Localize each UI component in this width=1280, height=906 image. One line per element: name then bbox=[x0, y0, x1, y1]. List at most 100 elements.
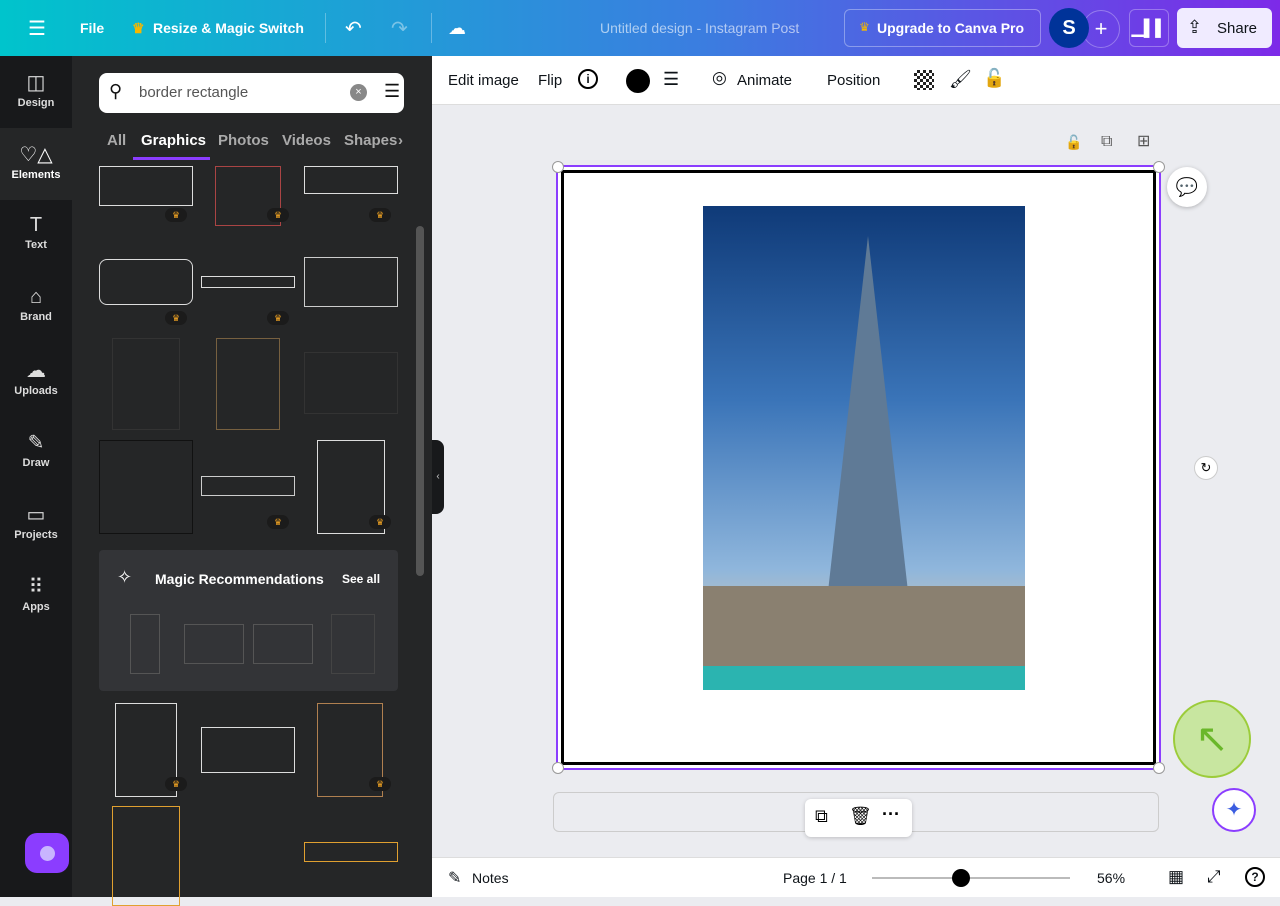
graphic-thumbnail[interactable] bbox=[99, 259, 193, 305]
flip-button[interactable]: Flip bbox=[538, 72, 562, 89]
avatar[interactable]: S bbox=[1049, 8, 1089, 48]
tab-all[interactable]: All bbox=[107, 132, 126, 149]
magic-recommendations: ✧ Magic Recommendations See all bbox=[99, 550, 398, 691]
help-icon[interactable]: ? bbox=[1245, 867, 1265, 887]
sidebar-item-label: Uploads bbox=[14, 385, 58, 397]
fullscreen-icon[interactable]: ⤢ bbox=[1207, 867, 1221, 887]
apps-icon: ⠿ bbox=[28, 576, 44, 598]
share-button[interactable]: ⇪ Share bbox=[1177, 8, 1272, 48]
elements-icon: ♡△ bbox=[19, 144, 53, 166]
graphic-thumbnail[interactable] bbox=[99, 440, 193, 534]
premium-crown-icon: ♛ bbox=[165, 208, 187, 222]
sidebar-item-label: Apps bbox=[22, 601, 50, 613]
footer-bar: ✎ Notes Page 1 / 1 56% ▦ ⤢ ? bbox=[432, 857, 1280, 897]
duplicate-icon[interactable]: ⧉ bbox=[815, 806, 828, 827]
notes-icon[interactable]: ✎ bbox=[448, 868, 461, 888]
clear-icon[interactable]: × bbox=[350, 84, 367, 101]
collapse-panel-handle[interactable]: ‹ bbox=[432, 440, 444, 514]
sidebar-item-elements[interactable]: ♡△ Elements bbox=[0, 128, 72, 200]
context-toolbar: Edit image Flip i ☰ ◎ Animate Position 🖌… bbox=[432, 56, 1280, 105]
graphic-thumbnail[interactable] bbox=[304, 842, 398, 862]
notes-button[interactable]: Notes bbox=[472, 870, 509, 886]
tab-shapes[interactable]: Shapes bbox=[344, 132, 397, 149]
design-page[interactable] bbox=[552, 161, 1165, 774]
premium-crown-icon: ♛ bbox=[369, 208, 391, 222]
cloud-saved-icon[interactable]: ☁ bbox=[448, 18, 466, 39]
graphic-thumbnail[interactable] bbox=[304, 166, 398, 194]
upgrade-button[interactable]: ♛ Upgrade to Canva Pro bbox=[844, 9, 1041, 47]
scrollbar[interactable] bbox=[416, 226, 424, 576]
position-button[interactable]: Position bbox=[827, 72, 880, 89]
crown-icon: ♛ bbox=[859, 20, 870, 34]
sidebar-item-design[interactable]: ◫ Design bbox=[0, 56, 72, 128]
graphic-thumbnail[interactable] bbox=[112, 338, 180, 430]
sparkle-icon: ✧ bbox=[117, 567, 133, 587]
sidebar-item-draw[interactable]: ✎ Draw bbox=[0, 416, 72, 488]
magic-sparkle-button[interactable]: ✦ bbox=[1212, 788, 1256, 832]
tab-videos[interactable]: Videos bbox=[282, 132, 331, 149]
border-style-icon[interactable]: ☰ bbox=[663, 69, 679, 90]
graphic-thumbnail[interactable] bbox=[201, 727, 295, 773]
top-bar: ☰ File ♛ Resize & Magic Switch ↶ ↷ ☁ Unt… bbox=[0, 0, 1280, 56]
sidebar-item-label: Brand bbox=[20, 311, 52, 323]
sidebar-item-uploads[interactable]: ☁ Uploads bbox=[0, 344, 72, 416]
chevron-right-icon[interactable]: › bbox=[398, 132, 403, 149]
sidebar-item-label: Text bbox=[25, 239, 47, 251]
paint-roller-icon[interactable]: 🖌 bbox=[949, 69, 972, 90]
graphic-thumbnail[interactable] bbox=[112, 806, 180, 906]
zoom-level[interactable]: 56% bbox=[1097, 870, 1125, 886]
page-indicator[interactable]: Page 1 / 1 bbox=[783, 870, 847, 886]
graphic-thumbnail[interactable] bbox=[201, 276, 295, 288]
tab-photos[interactable]: Photos bbox=[218, 132, 269, 149]
sidebar-item-brand[interactable]: ⌂ Brand bbox=[0, 272, 72, 344]
design-title[interactable]: Untitled design - Instagram Post bbox=[600, 20, 799, 36]
premium-crown-icon: ♛ bbox=[165, 777, 187, 791]
trash-icon[interactable]: 🗑 bbox=[849, 806, 872, 827]
graphic-thumbnail[interactable] bbox=[304, 257, 398, 307]
graphic-thumbnail[interactable] bbox=[201, 476, 295, 496]
filter-icon[interactable]: ☰ bbox=[384, 81, 400, 102]
sidebar-item-text[interactable]: T Text bbox=[0, 200, 72, 272]
resize-button[interactable]: Resize & Magic Switch bbox=[153, 20, 304, 36]
graphic-thumbnail[interactable] bbox=[216, 338, 280, 430]
sidebar-item-apps[interactable]: ⠿ Apps bbox=[0, 560, 72, 632]
lock-icon[interactable]: 🔓 bbox=[983, 68, 1005, 89]
burj-khalifa-photo[interactable] bbox=[703, 206, 1025, 690]
lock-page-icon[interactable]: 🔓 bbox=[1065, 134, 1082, 151]
premium-crown-icon: ♛ bbox=[165, 311, 187, 325]
menu-icon[interactable]: ☰ bbox=[28, 16, 46, 41]
text-icon: T bbox=[29, 214, 43, 236]
add-comment-icon[interactable]: 💬 bbox=[1167, 167, 1207, 207]
side-rail: ◫ Design ♡△ Elements T Text ⌂ Brand ☁ Uploads ✎ Dra… bbox=[0, 56, 72, 897]
graphic-thumbnail[interactable] bbox=[99, 166, 193, 206]
uploads-icon: ☁ bbox=[26, 360, 46, 382]
premium-crown-icon: ♛ bbox=[267, 208, 289, 222]
edit-image-button[interactable]: Edit image bbox=[448, 72, 519, 89]
info-icon[interactable]: i bbox=[578, 69, 598, 89]
zoom-slider-handle[interactable] bbox=[952, 869, 971, 887]
undo-icon[interactable]: ↶ bbox=[345, 16, 362, 41]
graphic-thumbnail[interactable] bbox=[304, 352, 398, 414]
sidebar-item-projects[interactable]: ▭ Projects bbox=[0, 488, 72, 560]
zoom-slider[interactable] bbox=[872, 877, 1070, 879]
draw-icon: ✎ bbox=[27, 432, 45, 454]
transparency-icon[interactable] bbox=[914, 70, 934, 90]
add-page-icon[interactable]: ⊞ bbox=[1137, 131, 1150, 151]
animate-button[interactable]: Animate bbox=[737, 72, 792, 89]
sidebar-item-label: Design bbox=[17, 97, 55, 109]
assistant-button[interactable] bbox=[25, 833, 69, 873]
file-menu[interactable]: File bbox=[80, 20, 104, 36]
redo-icon[interactable]: ↷ bbox=[391, 16, 408, 41]
duplicate-page-icon[interactable]: ⧉ bbox=[1101, 133, 1112, 151]
grid-view-icon[interactable]: ▦ bbox=[1168, 867, 1184, 887]
search-input[interactable]: ⚲ border rectangle × ☰ bbox=[99, 73, 404, 113]
elements-panel: ⚲ border rectangle × ☰ All Graphics Phot… bbox=[25, 56, 432, 906]
see-all-link[interactable]: See all bbox=[342, 572, 380, 586]
folder-icon: ▭ bbox=[26, 504, 46, 526]
rotate-icon[interactable]: ↻ bbox=[1194, 456, 1218, 480]
tab-graphics[interactable]: Graphics bbox=[141, 132, 206, 149]
color-swatch[interactable] bbox=[626, 69, 650, 93]
more-icon[interactable]: ··· bbox=[882, 804, 900, 825]
analytics-icon[interactable]: ▁▌▌ bbox=[1129, 9, 1169, 47]
active-tab-indicator bbox=[133, 157, 210, 160]
